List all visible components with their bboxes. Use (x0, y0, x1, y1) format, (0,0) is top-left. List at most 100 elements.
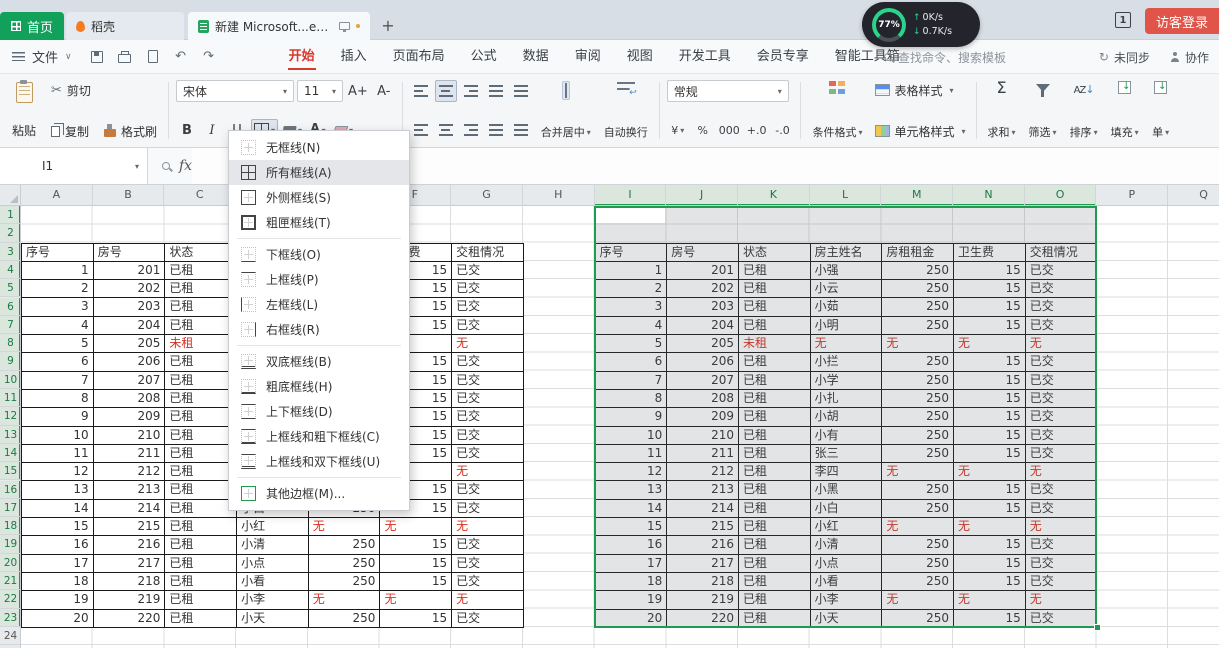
border-menu-item[interactable]: 左框线(L) (229, 292, 409, 317)
table-cell[interactable]: 12 (22, 463, 94, 482)
table-cell[interactable]: 已租 (165, 591, 238, 610)
table-cell[interactable]: 202 (93, 280, 166, 299)
table-cell[interactable]: 已交 (1025, 298, 1098, 317)
row-header-11[interactable]: 11 (0, 389, 20, 408)
row-header-10[interactable]: 10 (0, 370, 20, 389)
table-cell[interactable]: 217 (93, 554, 166, 573)
border-menu-item[interactable]: 粗底框线(H) (229, 374, 409, 399)
table-cell[interactable]: 216 (667, 536, 739, 555)
table-cell[interactable]: 已租 (738, 353, 811, 372)
table-cell[interactable]: 小天 (810, 609, 883, 628)
insert-function-button[interactable]: fx (179, 158, 192, 174)
table-cell[interactable]: 205 (667, 335, 739, 354)
column-header-A[interactable]: A (21, 185, 93, 205)
column-header-L[interactable]: L (809, 185, 882, 205)
table-cell[interactable]: 211 (93, 444, 166, 464)
table-cell[interactable]: 小清 (810, 536, 883, 555)
table-cell[interactable]: 已交 (1025, 499, 1098, 519)
table-cell[interactable]: 已租 (738, 261, 811, 281)
magnifier-icon[interactable] (162, 162, 170, 170)
table-cell[interactable]: 15 (380, 572, 453, 592)
row-header-24[interactable]: 24 (0, 627, 20, 646)
table-cell[interactable]: 已租 (738, 316, 811, 336)
border-menu-item[interactable]: 上框线和粗下框线(C) (229, 424, 409, 449)
table-cell[interactable]: 已交 (1025, 481, 1098, 500)
table-cell[interactable]: 已租 (738, 609, 811, 628)
border-menu-item[interactable]: 右框线(R) (229, 317, 409, 342)
table-cell[interactable]: 小黑 (810, 481, 883, 500)
table-cell[interactable]: 已租 (165, 316, 238, 336)
table-cell[interactable]: 5 (595, 335, 668, 354)
table-cell[interactable]: 20 (595, 609, 668, 628)
row-header-15[interactable]: 15 (0, 462, 20, 481)
table-cell[interactable]: 8 (22, 389, 94, 409)
column-header-I[interactable]: I (594, 185, 667, 205)
table-cell[interactable]: 212 (93, 463, 166, 482)
table-cell[interactable]: 已租 (165, 261, 238, 281)
table-cell[interactable]: 已租 (738, 280, 811, 299)
table-cell[interactable]: 203 (667, 298, 739, 317)
table-cell[interactable]: 已交 (1025, 371, 1098, 390)
table-header-cell[interactable]: 状态 (165, 243, 238, 262)
orientation-button[interactable] (510, 119, 532, 141)
conditional-format-button[interactable]: 条件格式 ▾ (808, 79, 866, 142)
row-header-3[interactable]: 3 (0, 242, 20, 261)
table-cell[interactable]: 250 (308, 554, 381, 573)
menu-tab-会员专享[interactable]: 会员专享 (744, 40, 822, 73)
decrease-font-button[interactable]: A- (373, 80, 395, 102)
table-cell[interactable]: 已租 (738, 408, 811, 427)
table-cell[interactable]: 209 (667, 408, 739, 427)
home-tab[interactable]: 首页 (0, 12, 64, 40)
table-cell[interactable]: 16 (22, 536, 94, 555)
table-cell[interactable]: 202 (667, 280, 739, 299)
table-cell[interactable]: 已交 (452, 280, 524, 299)
table-header-cell[interactable]: 序号 (595, 243, 668, 262)
save-button[interactable] (88, 49, 106, 65)
table-cell[interactable]: 已租 (738, 572, 811, 592)
table-cell[interactable]: 已租 (165, 371, 238, 390)
table-cell[interactable]: 无 (452, 463, 524, 482)
table-cell[interactable]: 小茹 (810, 298, 883, 317)
table-cell[interactable]: 212 (667, 463, 739, 482)
table-cell[interactable]: 小看 (237, 572, 309, 592)
table-cell[interactable]: 250 (882, 389, 955, 409)
table-cell[interactable]: 205 (93, 335, 166, 354)
spreadsheet-grid[interactable]: 序号房号状态房主姓名房租租金卫生费交租情况1201已租小强25015已交2202… (21, 206, 1219, 648)
paste-button[interactable]: 粘贴 (6, 79, 42, 142)
table-cell[interactable]: 250 (882, 280, 955, 299)
table-cell[interactable]: 已交 (452, 353, 524, 372)
table-cell[interactable]: 250 (308, 609, 381, 628)
table-cell[interactable]: 已交 (452, 261, 524, 281)
table-cell[interactable]: 已交 (452, 426, 524, 445)
table-header-cell[interactable]: 卫生费 (954, 243, 1026, 262)
table-cell[interactable]: 已租 (738, 554, 811, 573)
border-menu-item[interactable]: 双底框线(B) (229, 349, 409, 374)
table-cell[interactable]: 小点 (237, 554, 309, 573)
menu-tab-视图[interactable]: 视图 (614, 40, 666, 73)
table-cell[interactable]: 小李 (237, 591, 309, 610)
table-cell[interactable]: 无 (810, 335, 883, 354)
bold-button[interactable]: B (176, 119, 198, 141)
row-header-8[interactable]: 8 (0, 334, 20, 353)
table-cell[interactable]: 已交 (1025, 261, 1098, 281)
undo-button[interactable]: ↶ (172, 49, 190, 65)
menu-tab-数据[interactable]: 数据 (510, 40, 562, 73)
table-header-cell[interactable]: 交租情况 (1025, 243, 1098, 262)
percent-button[interactable]: % (692, 119, 714, 141)
table-cell[interactable]: 无 (380, 591, 453, 610)
table-cell[interactable]: 已租 (738, 389, 811, 409)
column-header-J[interactable]: J (666, 185, 738, 205)
decrease-decimal-button[interactable]: -.0 (771, 119, 793, 141)
row-header-2[interactable]: 2 (0, 224, 20, 243)
table-cell[interactable]: 15 (954, 261, 1026, 281)
redo-button[interactable]: ↷ (200, 49, 218, 65)
table-cell[interactable]: 已租 (738, 518, 811, 537)
table-cell[interactable]: 214 (93, 499, 166, 519)
table-cell[interactable]: 18 (595, 572, 668, 592)
table-cell[interactable]: 已交 (452, 536, 524, 555)
cell-style-button[interactable]: 单元格样式 ▾ (872, 120, 969, 142)
table-cell[interactable]: 15 (954, 280, 1026, 299)
table-cell[interactable]: 206 (667, 353, 739, 372)
table-cell[interactable]: 已租 (165, 463, 238, 482)
table-cell[interactable]: 已交 (452, 389, 524, 409)
